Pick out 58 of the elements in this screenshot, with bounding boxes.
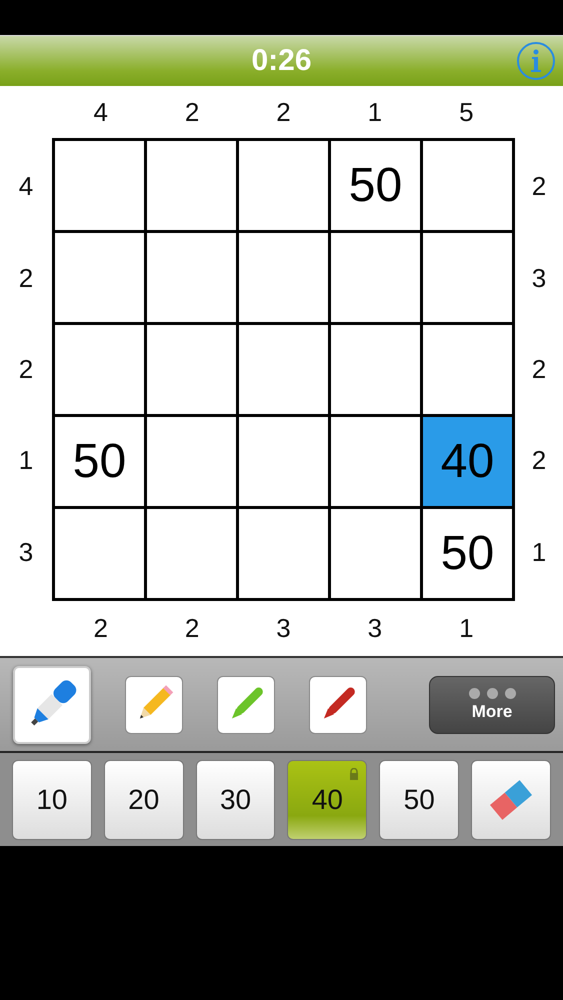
column-clue: 1	[459, 613, 474, 644]
column-clue: 3	[276, 613, 291, 644]
tool-button[interactable]	[309, 676, 367, 734]
row-clue: 3	[532, 262, 546, 294]
grid-cell[interactable]	[55, 325, 144, 414]
grid-cell[interactable]	[147, 141, 236, 230]
number-key[interactable]: 50	[379, 760, 460, 840]
row-clue: 2	[532, 354, 546, 385]
grid-cell[interactable]	[239, 509, 328, 598]
row-clue: 1	[532, 536, 546, 568]
grid-cell[interactable]	[55, 509, 144, 598]
column-clue: 3	[368, 613, 382, 644]
column-clue: 2	[93, 613, 108, 644]
number-key[interactable]: 40	[287, 760, 368, 840]
grid-cell[interactable]	[147, 325, 236, 414]
grid-cell[interactable]	[55, 233, 144, 322]
tool-button[interactable]	[217, 676, 275, 734]
tool-button[interactable]	[13, 666, 91, 744]
grid-cell[interactable]: 50	[423, 509, 512, 598]
column-clue: 1	[368, 96, 382, 128]
column-clue: 5	[459, 96, 474, 128]
row-clue: 2	[18, 262, 34, 294]
grid-cell[interactable]	[331, 417, 420, 506]
grid-cell[interactable]	[239, 233, 328, 322]
grid-cell[interactable]	[147, 417, 236, 506]
grid-cell[interactable]	[331, 509, 420, 598]
row-clue: 1	[18, 445, 34, 476]
number-key[interactable]: 10	[12, 760, 92, 840]
row-clue: 2	[532, 171, 546, 202]
grid-cell[interactable]	[239, 417, 328, 506]
grid-cell[interactable]: 50	[55, 417, 144, 506]
column-clue: 2	[184, 96, 200, 128]
grid-cell[interactable]: 50	[331, 141, 420, 230]
row-clue: 2	[18, 354, 34, 385]
grid-cell[interactable]	[147, 233, 236, 322]
number-key[interactable]: 30	[196, 760, 276, 840]
column-clue: 4	[93, 96, 108, 128]
grid-cell[interactable]: 40	[423, 417, 512, 506]
eraser-button[interactable]	[471, 760, 551, 840]
grid-cell[interactable]	[331, 325, 420, 414]
tool-button[interactable]	[125, 676, 183, 734]
grid-cell[interactable]	[239, 141, 328, 230]
row-clue: 3	[18, 536, 34, 568]
grid-cell[interactable]	[423, 325, 512, 414]
row-clue: 4	[18, 171, 34, 202]
grid-cell[interactable]	[239, 325, 328, 414]
column-clue: 2	[184, 613, 200, 644]
column-clue: 2	[276, 96, 291, 128]
timer: 0:26	[251, 44, 312, 78]
grid-cell[interactable]	[423, 141, 512, 230]
grid-cell[interactable]	[147, 509, 236, 598]
row-clue: 2	[532, 445, 546, 476]
grid-cell[interactable]	[331, 233, 420, 322]
number-key[interactable]: 20	[104, 760, 184, 840]
more-button[interactable]: More	[429, 676, 555, 734]
grid-cell[interactable]	[55, 141, 144, 230]
grid-cell[interactable]	[423, 233, 512, 322]
info-icon[interactable]	[516, 41, 556, 81]
